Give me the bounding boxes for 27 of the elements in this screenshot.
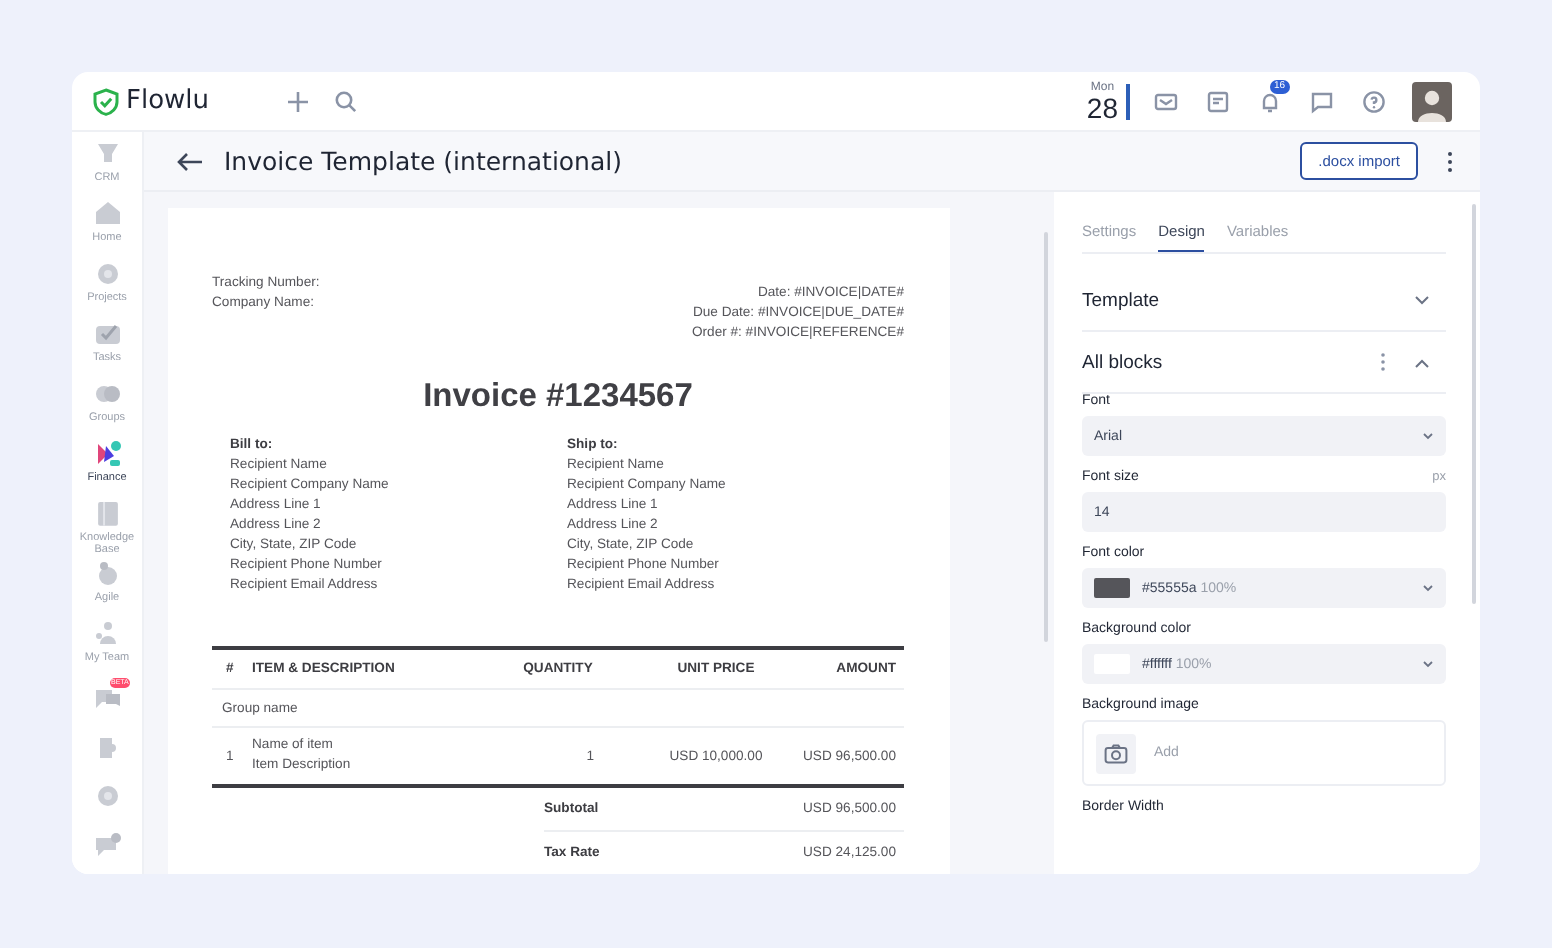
- chevron-down-icon: [1422, 584, 1434, 592]
- shield-check-icon: [92, 87, 120, 115]
- plus-icon[interactable]: [286, 89, 310, 113]
- chevron-down-icon: [1422, 432, 1434, 440]
- camera-button[interactable]: [1096, 733, 1136, 773]
- more-icon[interactable]: [1446, 149, 1454, 173]
- page-title: Invoice Template (international): [224, 146, 622, 176]
- search-icon[interactable]: [334, 89, 358, 113]
- logo-text: Flowlu: [126, 86, 210, 116]
- mail-icon[interactable]: [1154, 89, 1178, 113]
- section-title: Template: [1082, 289, 1160, 311]
- avatar[interactable]: [1412, 81, 1452, 121]
- note-icon[interactable]: [1206, 89, 1230, 113]
- scrollbar[interactable]: [1044, 232, 1048, 642]
- help-icon[interactable]: [1362, 89, 1386, 113]
- section-title: All blocks: [1082, 351, 1163, 373]
- bell-icon[interactable]: [1258, 89, 1282, 113]
- comment-icon[interactable]: [91, 829, 123, 861]
- date-label: 28: [1086, 93, 1118, 121]
- camera-icon: [1104, 743, 1128, 763]
- chevron-up-icon[interactable]: [1414, 357, 1430, 367]
- chevron-down-icon[interactable]: [1414, 295, 1430, 305]
- scrollbar[interactable]: [1472, 204, 1476, 604]
- invoice-title: Invoice #1234567: [421, 378, 695, 416]
- chevron-down-icon: [1422, 660, 1434, 668]
- back-arrow-icon[interactable]: [176, 151, 204, 171]
- chat-icon[interactable]: [1310, 89, 1334, 113]
